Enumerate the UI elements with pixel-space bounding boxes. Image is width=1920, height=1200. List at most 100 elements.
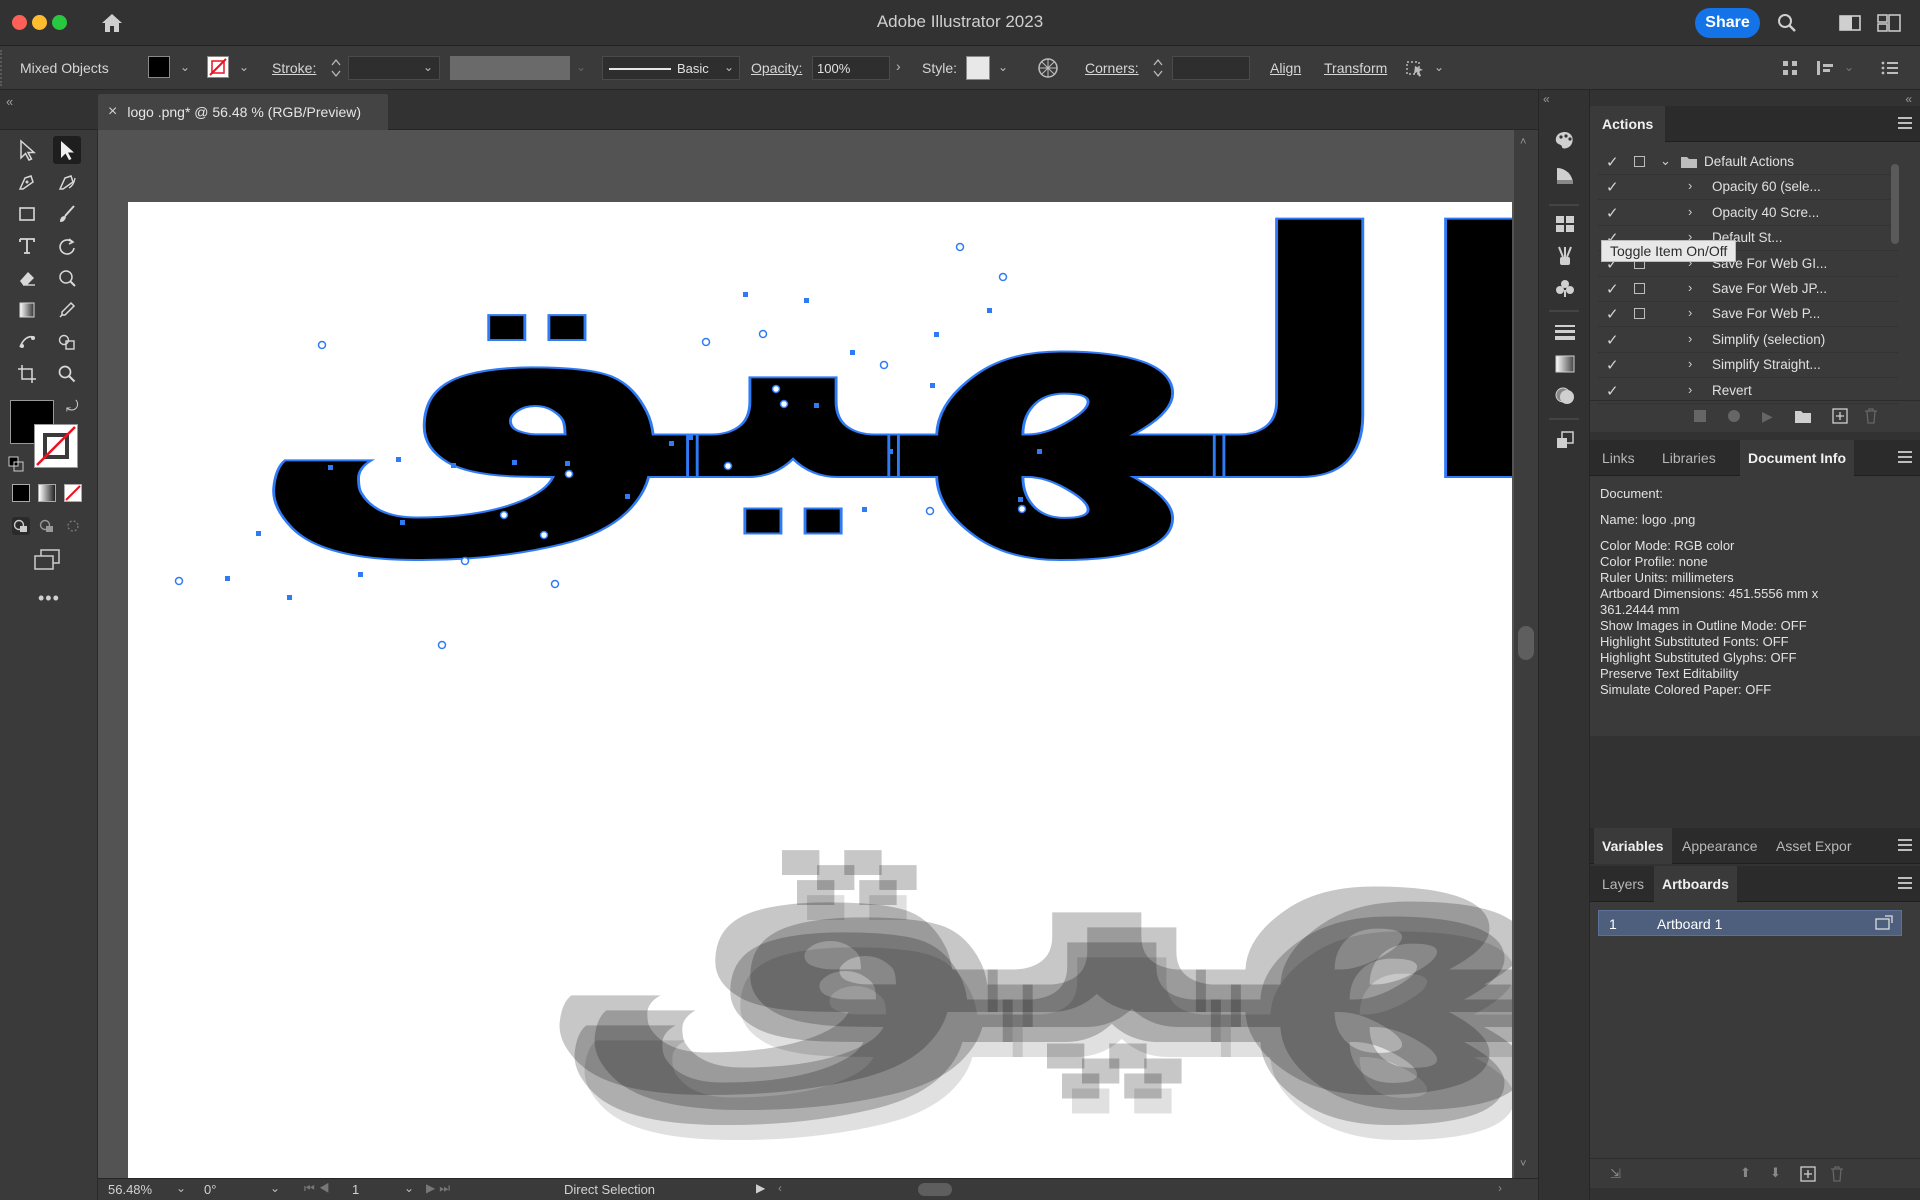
move-down-icon[interactable]: ⬇ <box>1770 1165 1781 1181</box>
canvas-area[interactable]: الهيق الهيق الهيق الهيق الهيق <box>98 130 1538 1178</box>
stop-recording-icon[interactable] <box>1694 410 1706 422</box>
action-row[interactable]: ✓ › Opacity 40 Scre... <box>1598 201 1898 226</box>
stroke-swatch[interactable] <box>34 424 78 468</box>
share-button[interactable]: Share <box>1695 8 1760 38</box>
direct-selection-tool-icon[interactable] <box>53 136 81 164</box>
actions-panel-menu-icon[interactable] <box>1898 117 1912 129</box>
artboards-panel-menu-icon[interactable] <box>1898 877 1912 889</box>
stroke-panel-icon[interactable] <box>1553 320 1577 344</box>
actions-scroll-thumb[interactable] <box>1891 164 1899 244</box>
tab-actions[interactable]: Actions <box>1590 106 1666 142</box>
action-row[interactable]: ✓ ⌄ Default Actions <box>1598 150 1898 175</box>
color-mode-icon[interactable] <box>12 484 30 502</box>
delete-artboard-icon[interactable] <box>1830 1166 1844 1182</box>
style-chevron-icon[interactable]: ⌄ <box>998 60 1008 74</box>
variable-width-profile[interactable] <box>450 56 570 80</box>
action-enabled-check-icon[interactable]: ✓ <box>1606 280 1619 298</box>
arrange-icon[interactable] <box>1780 58 1800 78</box>
artboard[interactable]: الهيق الهيق الهيق الهيق الهيق <box>128 202 1512 1178</box>
transparency-icon[interactable] <box>1553 352 1577 376</box>
workspace-layout-icon[interactable] <box>1838 13 1862 33</box>
variables-panel-menu-icon[interactable] <box>1898 839 1912 851</box>
tab-asset-expor[interactable]: Asset Expor <box>1768 828 1859 864</box>
collapse-panels-icon[interactable]: « <box>1905 92 1912 106</box>
swatches-icon[interactable] <box>1553 212 1577 236</box>
curvature-tool-icon[interactable] <box>53 168 81 196</box>
zoom-tool-icon[interactable] <box>53 360 81 388</box>
gradient-panel-icon[interactable] <box>1553 164 1577 188</box>
fill-dropdown-chevron-icon[interactable]: ⌄ <box>180 60 190 74</box>
stroke-dropdown-chevron-icon[interactable]: ⌄ <box>239 60 249 74</box>
vertical-scrollbar[interactable]: ˄ ˅ <box>1514 130 1538 1178</box>
scroll-down-icon[interactable]: ˅ <box>1520 1158 1526 1170</box>
horizontal-scroll-thumb[interactable] <box>918 1183 952 1196</box>
rearrange-artboards-icon[interactable]: ⇲ <box>1610 1166 1621 1182</box>
rotate-tool-icon[interactable] <box>53 232 81 260</box>
action-enabled-check-icon[interactable]: ✓ <box>1606 305 1619 323</box>
shape-builder-tool-icon[interactable] <box>53 328 81 356</box>
collapsed-caret-icon[interactable]: › <box>1688 331 1692 346</box>
rotation-chevron-icon[interactable]: ⌄ <box>270 1181 280 1195</box>
opacity-arrow-icon[interactable]: › <box>896 58 901 74</box>
play-selection-icon[interactable]: ▶ <box>1762 408 1773 425</box>
selection-tool-icon[interactable] <box>13 136 41 164</box>
stroke-weight-stepper[interactable] <box>330 56 342 80</box>
scroll-left-icon[interactable]: ‹ <box>778 1181 782 1195</box>
fill-color-swatch[interactable] <box>148 56 170 78</box>
brushes-icon[interactable] <box>1553 244 1577 268</box>
isolate-selected-icon[interactable] <box>1404 56 1426 80</box>
align-link[interactable]: Align <box>1270 60 1301 76</box>
tab-appearance[interactable]: Appearance <box>1674 828 1766 864</box>
brush-definition-dropdown[interactable]: Basic <box>602 56 740 80</box>
collapsed-caret-icon[interactable]: › <box>1688 280 1692 295</box>
artboards-panel-icon[interactable] <box>1553 428 1577 452</box>
blend-tool-icon[interactable] <box>13 328 41 356</box>
tab-links[interactable]: Links <box>1594 440 1643 476</box>
actions-scrollbar[interactable] <box>1890 150 1902 400</box>
zoom-level-field[interactable]: 56.48% <box>108 1182 152 1197</box>
transform-link[interactable]: Transform <box>1324 60 1387 76</box>
tab-libraries[interactable]: Libraries <box>1654 440 1724 476</box>
rotation-field[interactable]: 0° <box>204 1182 216 1197</box>
brush-chevron-icon[interactable]: ⌄ <box>724 60 734 74</box>
zoom-chevron-icon[interactable]: ⌄ <box>176 1181 186 1195</box>
dialog-toggle-icon[interactable] <box>1634 308 1645 320</box>
action-enabled-check-icon[interactable]: ✓ <box>1606 382 1619 400</box>
arrange-documents-icon[interactable] <box>1876 13 1902 33</box>
new-artboard-icon[interactable] <box>1800 1166 1816 1182</box>
status-menu-icon[interactable]: ▶ <box>756 1181 765 1195</box>
opacity-input[interactable]: 100% <box>812 56 890 80</box>
search-icon[interactable] <box>1776 12 1798 34</box>
artboard-tool-icon[interactable] <box>13 360 41 388</box>
symbols-icon[interactable] <box>1553 276 1577 300</box>
appearance-icon[interactable] <box>1553 384 1577 408</box>
eraser-tool-icon[interactable] <box>13 264 41 292</box>
tab-document-info[interactable]: Document Info <box>1740 440 1854 476</box>
eyedropper-tool-icon[interactable] <box>53 296 81 324</box>
action-row[interactable]: ✓ › Save For Web P... <box>1598 302 1898 328</box>
new-action-icon[interactable] <box>1832 408 1848 424</box>
none-mode-icon[interactable] <box>64 484 82 502</box>
dialog-toggle-icon[interactable] <box>1634 156 1645 167</box>
begin-recording-icon[interactable] <box>1728 410 1740 422</box>
collapsed-caret-icon[interactable]: › <box>1688 178 1692 193</box>
action-enabled-check-icon[interactable]: ✓ <box>1606 178 1619 196</box>
type-tool-icon[interactable] <box>13 232 41 260</box>
tab-variables[interactable]: Variables <box>1594 828 1672 864</box>
action-enabled-check-icon[interactable]: ✓ <box>1606 204 1619 222</box>
opacity-label[interactable]: Opacity: <box>751 60 802 76</box>
pen-tool-icon[interactable] <box>13 168 41 196</box>
corners-stepper[interactable] <box>1152 56 1164 80</box>
artboard-chevron-icon[interactable]: ⌄ <box>404 1181 414 1195</box>
stroke-weight-chevron-icon[interactable]: ⌄ <box>423 60 433 74</box>
scroll-right-icon[interactable]: › <box>1498 1181 1502 1195</box>
vertical-scroll-thumb[interactable] <box>1518 626 1534 660</box>
tab-layers[interactable]: Layers <box>1594 866 1652 902</box>
swap-fill-stroke-icon[interactable]: ⤾ <box>66 398 79 415</box>
action-row[interactable]: ✓ › Simplify (selection) <box>1598 328 1898 353</box>
warp-tool-icon[interactable] <box>53 264 81 292</box>
corners-label[interactable]: Corners: <box>1085 60 1139 76</box>
graphic-style-swatch[interactable] <box>966 56 990 80</box>
isolate-chevron-icon[interactable]: ⌄ <box>1434 60 1444 74</box>
draw-behind-icon[interactable] <box>37 516 57 536</box>
